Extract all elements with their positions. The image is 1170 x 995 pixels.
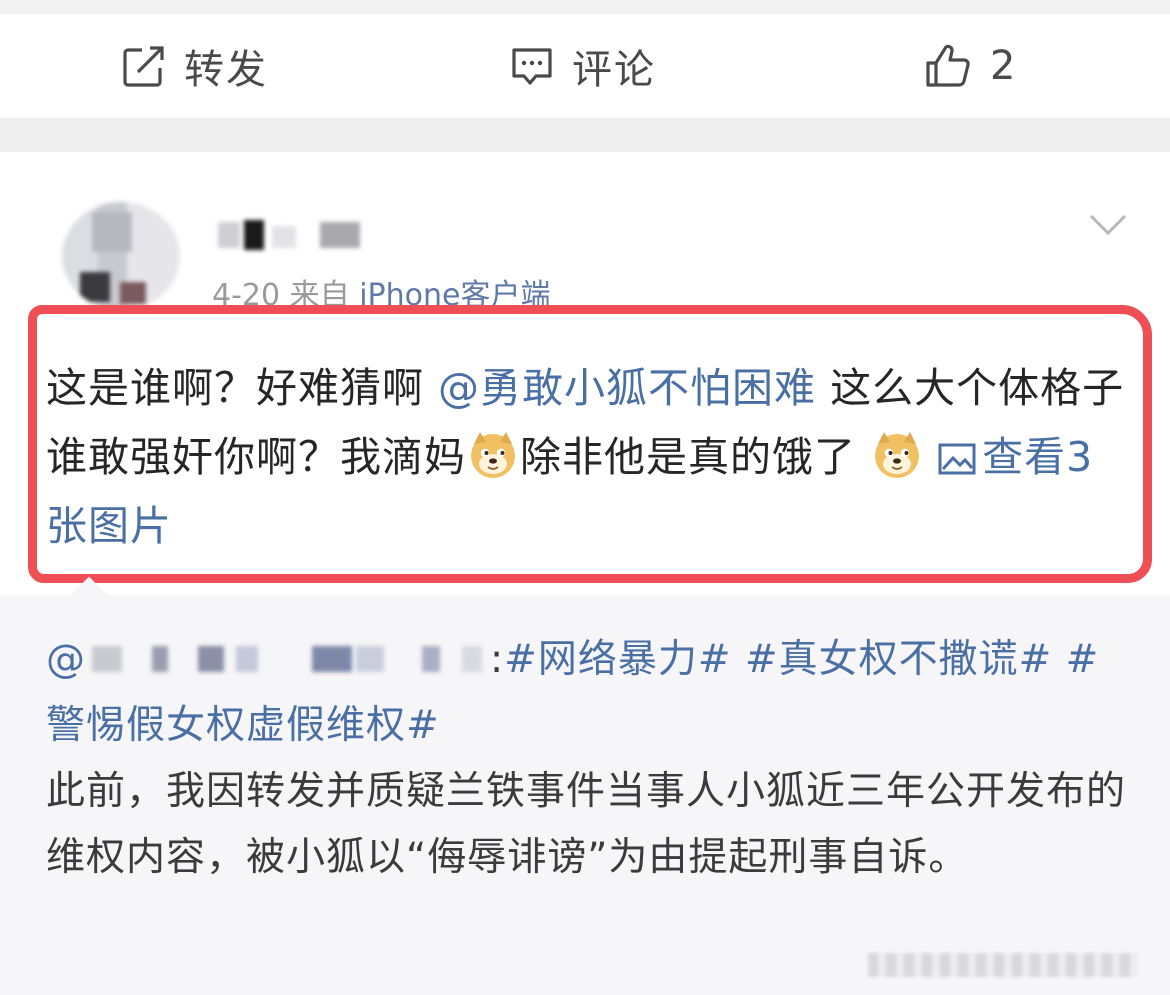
repost-label: 转发: [184, 47, 268, 93]
reposted-username-blurred[interactable]: [86, 638, 490, 678]
reposted-colon: :: [490, 637, 505, 682]
avatar[interactable]: [62, 202, 180, 310]
top-strip: [0, 0, 1170, 14]
username-blurred[interactable]: [218, 214, 368, 258]
reposted-card[interactable]: @ :#网络暴力# #真女权不撒谎# #警惕假女权虚假维权# 此前，我因转发并质…: [0, 595, 1170, 995]
repost-button[interactable]: 转发: [122, 14, 268, 118]
comment-label: 评论: [572, 47, 656, 93]
comment-icon: [510, 44, 554, 88]
mention-link[interactable]: @勇敢小狐不怕困难: [438, 364, 816, 412]
post-source[interactable]: iPhone客户端: [359, 278, 550, 313]
share-icon: [122, 44, 166, 88]
reposted-content: @ :#网络暴力# #真女权不撒谎# #警惕假女权虚假维权# 此前，我因转发并质…: [46, 627, 1126, 891]
post-meta: 4-20 来自 iPhone客户端: [212, 270, 550, 314]
image-icon: [938, 433, 982, 481]
content-text-1: 这是谁啊？好难猜啊: [46, 364, 424, 412]
like-count: 2: [990, 43, 1018, 89]
action-bar: 转发 评论 2: [0, 14, 1170, 118]
post-content: 这是谁啊？好难猜啊 @勇敢小狐不怕困难 这么大个体格子谁敢强奸你啊？我滴妈 除非…: [46, 354, 1126, 561]
like-button[interactable]: 2: [924, 14, 1017, 118]
thumbs-up-icon: [924, 43, 972, 89]
section-divider: [0, 118, 1170, 152]
doge-emoji: [468, 430, 518, 480]
content-text-3: 除非他是真的饿了: [520, 433, 856, 481]
chevron-down-icon[interactable]: [1088, 212, 1128, 242]
post-card: 4-20 来自 iPhone客户端 这是谁啊？好难猜啊 @勇敢小狐不怕困难 这么…: [0, 152, 1170, 595]
reposted-body: 此前，我因转发并质疑兰铁事件当事人小狐近三年公开发布的维权内容，被小狐以“侮辱诽…: [46, 769, 1127, 880]
reposted-at[interactable]: @: [46, 637, 86, 682]
doge-emoji: [872, 430, 922, 480]
watermark-blurred: [868, 953, 1138, 977]
comment-button[interactable]: 评论: [510, 14, 656, 118]
post-date: 4-20: [212, 278, 281, 313]
post-from: 来自: [289, 278, 350, 313]
